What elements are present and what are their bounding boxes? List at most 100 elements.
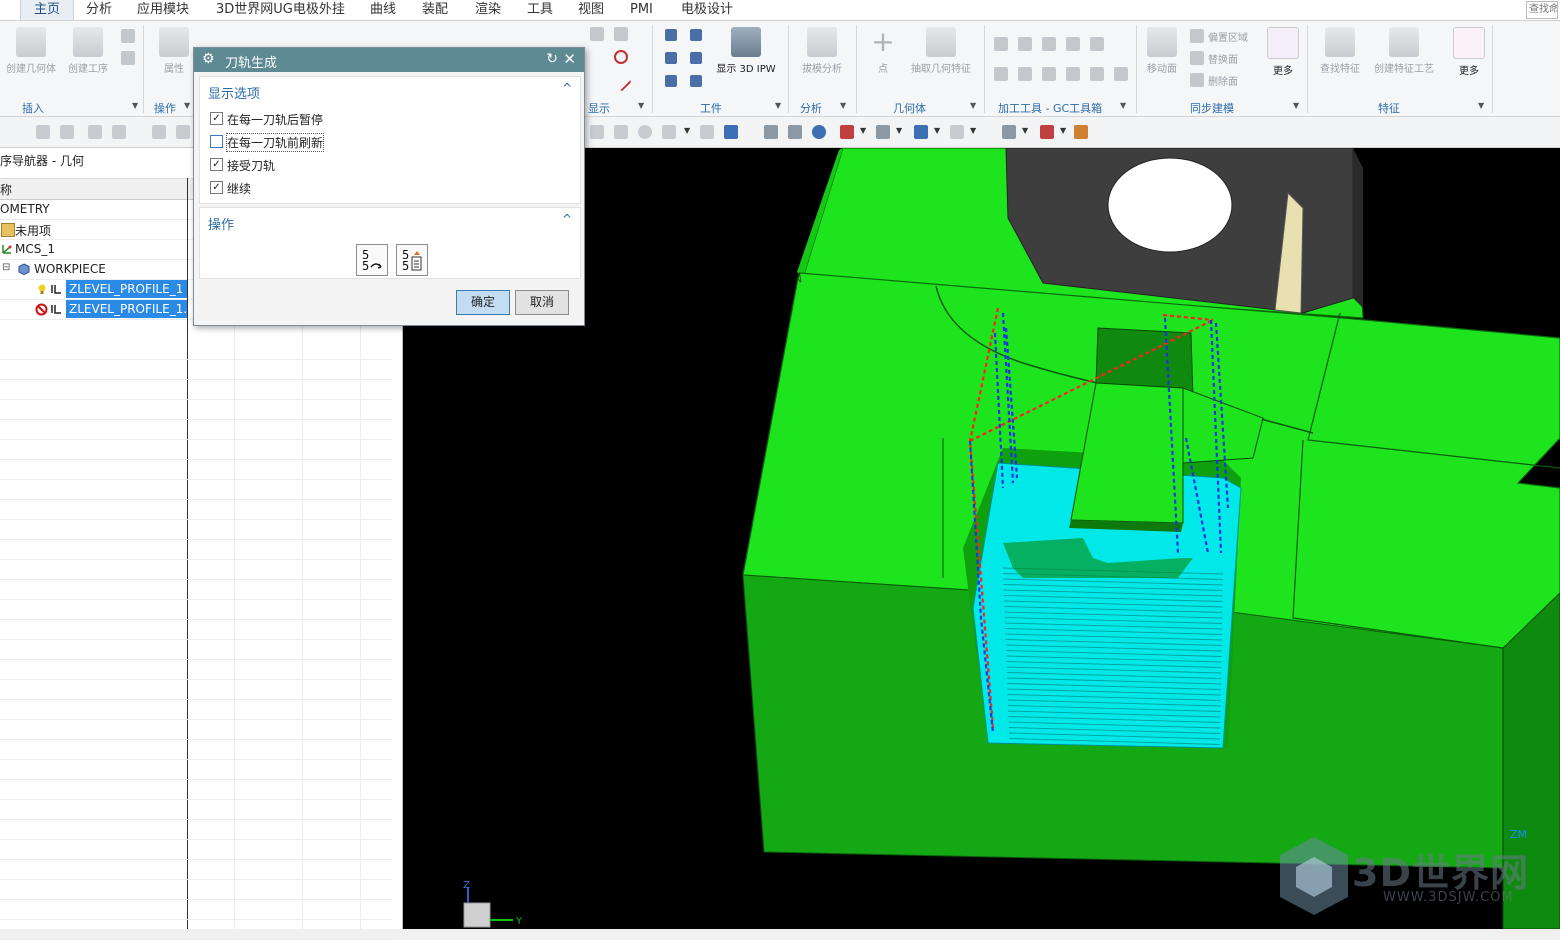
menu-tab-tools[interactable]: 工具 <box>525 0 555 20</box>
fit-view-icon[interactable] <box>764 125 778 139</box>
workpiece-tool-icon[interactable] <box>690 52 702 64</box>
gc-tool-icon[interactable] <box>1066 37 1080 51</box>
display-tool-icon[interactable] <box>614 27 628 41</box>
chevron-down-icon[interactable]: ▼ <box>184 101 190 110</box>
shape-icon[interactable] <box>700 125 714 139</box>
chevron-down-icon[interactable]: ▼ <box>970 101 976 110</box>
dialog-title-bar[interactable]: ⚙ 刀轨生成 ↻ ✕ <box>194 48 584 72</box>
gc-tool-icon[interactable] <box>1042 67 1056 81</box>
snap-icon[interactable] <box>152 125 166 139</box>
menu-tab-analysis[interactable]: 分析 <box>84 0 114 20</box>
workpiece-tool-icon[interactable] <box>690 29 702 41</box>
command-search-input[interactable]: 查找命 <box>1526 1 1558 19</box>
chevron-down-icon[interactable]: ▼ <box>860 126 866 135</box>
cancel-button[interactable]: 取消 <box>515 290 569 315</box>
draft-analysis-button[interactable]: 拔模分析 <box>796 27 848 75</box>
chevron-down-icon[interactable]: ▼ <box>132 101 138 110</box>
rotate-icon[interactable] <box>812 125 826 139</box>
menu-tab-pmi[interactable]: PMI <box>628 0 655 20</box>
chevron-down-icon[interactable]: ▼ <box>1060 126 1066 135</box>
chevron-down-icon[interactable]: ▼ <box>638 101 644 110</box>
gc-tool-icon[interactable] <box>994 37 1008 51</box>
render-style-icon[interactable] <box>876 125 890 139</box>
chevron-down-icon[interactable]: ▼ <box>840 101 846 110</box>
ruler-icon[interactable] <box>1074 125 1088 139</box>
select-box-icon[interactable] <box>662 125 676 139</box>
delete-face-label[interactable]: 删除面 <box>1208 73 1238 88</box>
checkbox[interactable] <box>210 135 223 148</box>
list-toolpath-button[interactable]: 55 <box>396 244 428 276</box>
reset-icon[interactable]: ↻ <box>546 51 558 67</box>
find-feature-button[interactable]: 查找特征 <box>1316 27 1364 75</box>
ok-button[interactable]: 确定 <box>456 290 510 315</box>
gc-tool-icon[interactable] <box>1090 37 1104 51</box>
close-icon[interactable]: ✕ <box>563 50 576 68</box>
menu-tab-curve[interactable]: 曲线 <box>368 0 398 20</box>
menu-tab-view[interactable]: 视图 <box>576 0 606 20</box>
small-tool-icon[interactable] <box>121 51 135 65</box>
snap-icon[interactable] <box>176 125 190 139</box>
menu-tab-applications[interactable]: 应用模块 <box>135 0 191 20</box>
workpiece-tool-icon[interactable] <box>665 75 677 87</box>
offset-region-icon[interactable] <box>1190 29 1204 43</box>
create-operation-button[interactable]: 创建工序 <box>62 27 114 75</box>
create-feature-process-button[interactable]: 创建特征工艺 <box>1368 27 1440 75</box>
curve-icon[interactable] <box>610 70 632 92</box>
chevron-down-icon[interactable]: ▼ <box>1293 101 1299 110</box>
chevron-down-icon[interactable]: ▼ <box>970 126 976 135</box>
menu-tab-render[interactable]: 渲染 <box>473 0 503 20</box>
menu-tab-3dsjw-plugin[interactable]: 3D世界网UG电极外挂 <box>214 0 347 20</box>
chevron-down-icon[interactable]: ▼ <box>1120 101 1126 110</box>
show-3d-ipw-button[interactable]: 显示 3D IPW <box>710 27 782 75</box>
chevron-down-icon[interactable]: ▼ <box>896 126 902 135</box>
collapse-icon[interactable]: ⊟ <box>2 262 10 273</box>
replace-face-label[interactable]: 替换面 <box>1208 51 1238 66</box>
menu-tab-home[interactable]: 主页 <box>20 0 74 20</box>
snap-icon[interactable] <box>614 125 628 139</box>
move-face-button[interactable]: 移动面 <box>1142 27 1182 75</box>
filter-icon[interactable] <box>36 125 50 139</box>
chevron-down-icon[interactable]: ▼ <box>1478 101 1484 110</box>
menu-tab-electrode-design[interactable]: 电极设计 <box>679 0 735 20</box>
collapse-chevron-icon[interactable]: ^ <box>562 81 572 95</box>
target-icon[interactable] <box>614 50 628 64</box>
section-icon[interactable] <box>950 125 964 139</box>
gc-tool-icon[interactable] <box>1042 37 1056 51</box>
gc-tool-icon[interactable] <box>1114 67 1128 81</box>
checkbox[interactable]: ✓ <box>210 158 223 171</box>
create-geometry-button[interactable]: 创建几何体 <box>2 27 60 75</box>
collapse-chevron-icon[interactable]: ^ <box>562 212 572 226</box>
filter-icon[interactable] <box>112 125 126 139</box>
checkbox[interactable]: ✓ <box>210 112 223 125</box>
filter-icon[interactable] <box>60 125 74 139</box>
workpiece-tool-icon[interactable] <box>690 75 702 87</box>
chevron-down-icon[interactable]: ▼ <box>684 126 690 135</box>
property-button[interactable]: 属性 <box>150 27 198 75</box>
gc-tool-icon[interactable] <box>1018 67 1032 81</box>
cube-icon[interactable] <box>724 125 738 139</box>
chevron-down-icon[interactable]: ▼ <box>775 101 781 110</box>
measure-icon[interactable] <box>1040 125 1054 139</box>
workpiece-tool-icon[interactable] <box>665 29 677 41</box>
zoom-icon[interactable] <box>788 125 802 139</box>
delete-face-icon[interactable] <box>1190 73 1204 87</box>
snap-icon[interactable] <box>590 125 604 139</box>
replay-toolpath-button[interactable]: 55 <box>356 244 388 276</box>
more-feature-button[interactable]: 更多 <box>1450 27 1488 77</box>
selected-operation-label[interactable]: ZLEVEL_PROFILE_1 <box>66 280 188 298</box>
orient-view-icon[interactable] <box>840 125 854 139</box>
shaded-cube-icon[interactable] <box>914 125 928 139</box>
filter-icon[interactable] <box>88 125 102 139</box>
workpiece-tool-icon[interactable] <box>665 52 677 64</box>
chevron-down-icon[interactable]: ▼ <box>934 126 940 135</box>
more-sync-button[interactable]: 更多 <box>1264 27 1302 77</box>
offset-region-label[interactable]: 偏置区域 <box>1208 29 1248 44</box>
chevron-down-icon[interactable]: ▼ <box>1022 126 1028 135</box>
gc-tool-icon[interactable] <box>1090 67 1104 81</box>
extract-geometry-button[interactable]: 抽取几何特征 <box>906 27 976 75</box>
snap-icon[interactable] <box>638 125 652 139</box>
wcs-icon[interactable] <box>1002 125 1016 139</box>
gc-tool-icon[interactable] <box>1018 37 1032 51</box>
menu-tab-assembly[interactable]: 装配 <box>420 0 450 20</box>
gc-tool-icon[interactable] <box>994 67 1008 81</box>
